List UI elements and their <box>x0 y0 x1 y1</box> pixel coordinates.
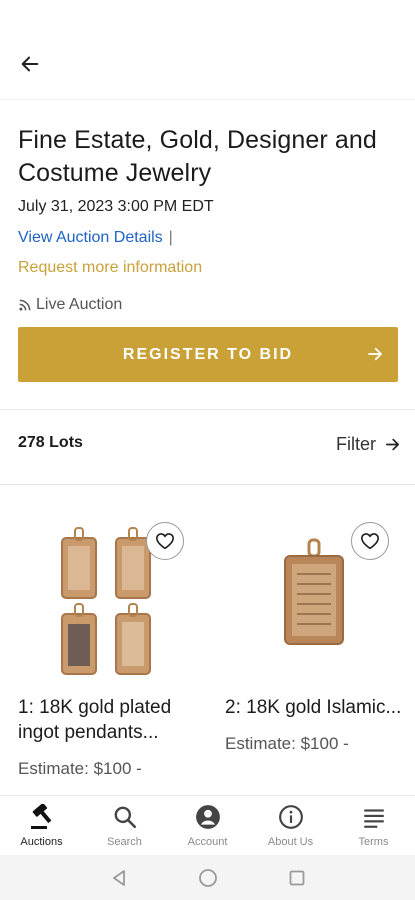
auction-links: View Auction Details | Request more infor… <box>18 228 398 278</box>
nav-item-about-us[interactable]: About Us <box>249 796 332 855</box>
home-circle-icon[interactable] <box>198 868 218 888</box>
gavel-icon <box>30 804 51 829</box>
info-icon <box>278 805 303 829</box>
arrow-right-icon <box>368 347 382 361</box>
lot-title: 2: 18K gold Islamic... <box>225 697 402 718</box>
arrow-left-icon <box>21 56 39 72</box>
favorite-button[interactable] <box>146 522 184 560</box>
nav-label: Terms <box>358 836 389 848</box>
back-triangle-icon[interactable] <box>110 869 128 887</box>
section-divider <box>0 484 415 485</box>
lot-image <box>225 510 415 685</box>
filter-button[interactable]: Filter <box>336 434 401 455</box>
register-button-label: REGISTER TO BID <box>122 345 294 363</box>
account-icon <box>195 805 220 829</box>
rss-icon <box>19 299 31 311</box>
filter-label: Filter <box>336 434 376 454</box>
system-navigation-bar <box>0 855 415 900</box>
auction-header: Fine Estate, Gold, Designer and Costume … <box>18 124 398 314</box>
app-bar <box>0 0 415 100</box>
lot-card[interactable]: 2: 18K gold Islamic... Estimate: $100 - <box>225 510 415 754</box>
register-to-bid-button[interactable]: REGISTER TO BID <box>18 327 398 382</box>
search-icon <box>114 806 136 829</box>
auction-date: July 31, 2023 3:00 PM EDT <box>18 198 214 215</box>
lots-count: 278 Lots <box>18 434 83 451</box>
lot-estimate: Estimate: $100 - <box>225 734 349 753</box>
section-divider <box>0 409 415 410</box>
terms-icon <box>363 809 384 828</box>
nav-item-terms[interactable]: Terms <box>332 796 415 855</box>
favorite-button[interactable] <box>351 522 389 560</box>
lot-title: 1: 18K gold plated ingot pendants... <box>18 697 172 743</box>
auction-title: Fine Estate, Gold, Designer and Costume … <box>18 126 377 187</box>
live-auction-indicator: Live Auction <box>18 296 398 314</box>
lot-image <box>18 510 208 685</box>
heart-icon <box>155 533 175 550</box>
back-button[interactable] <box>14 48 46 80</box>
nav-label: About Us <box>267 836 314 848</box>
recents-square-icon[interactable] <box>288 869 306 887</box>
live-auction-label: Live Auction <box>36 296 123 313</box>
request-info-link[interactable]: Request more information <box>18 258 398 278</box>
nav-item-search[interactable]: Search <box>83 796 166 855</box>
nav-label: Account <box>187 836 228 848</box>
view-auction-details-link[interactable]: View Auction Details <box>18 229 163 246</box>
nav-label: Auctions <box>20 836 63 848</box>
nav-item-account[interactable]: Account <box>166 796 249 855</box>
nav-label: Search <box>107 836 142 848</box>
nav-item-auctions[interactable]: Auctions <box>0 796 83 855</box>
link-separator: | <box>168 229 173 246</box>
bottom-navigation: Auctions Search Account About Us Terms <box>0 795 415 855</box>
arrow-right-icon <box>385 438 400 451</box>
heart-icon <box>360 533 380 550</box>
lot-card[interactable]: 1: 18K gold plated ingot pendants... Est… <box>18 510 208 779</box>
lot-estimate: Estimate: $100 - <box>18 759 142 778</box>
